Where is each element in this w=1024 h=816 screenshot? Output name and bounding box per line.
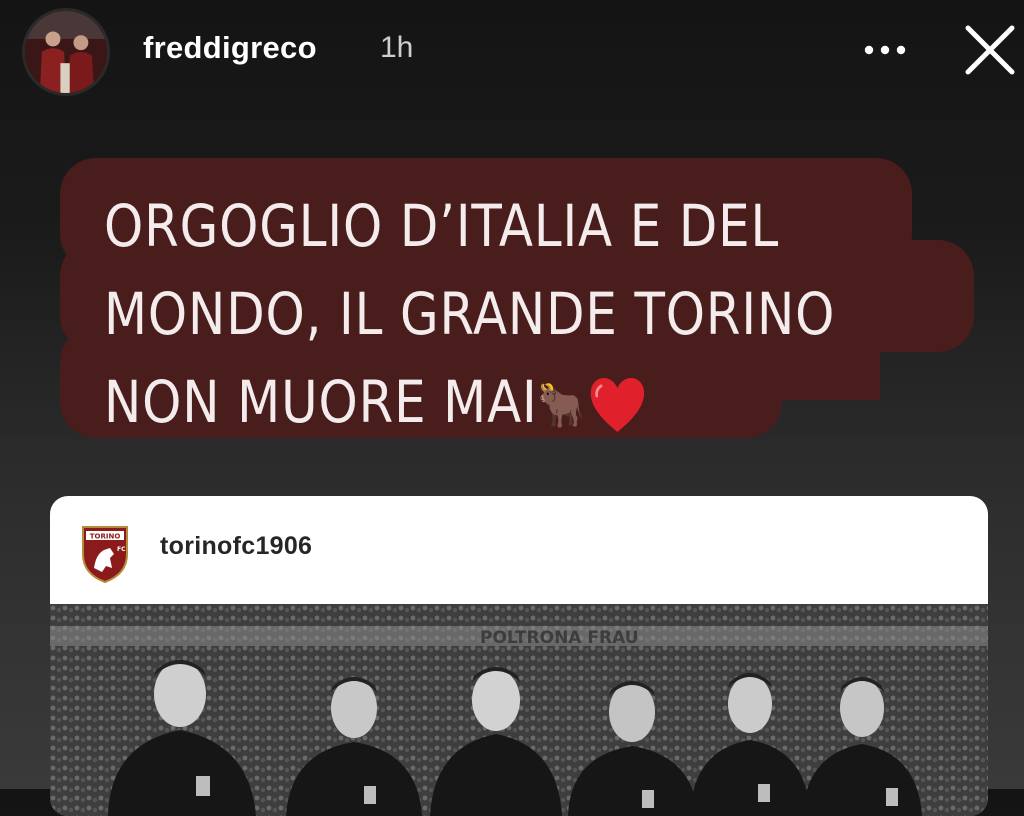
caption-line-3: NON MUORE MAI🐂 — [104, 358, 835, 446]
shared-post-card[interactable]: TORINO FC torinofc1906 POLTRONA FRAU — [50, 496, 988, 816]
caption-line-2: MONDO, IL GRANDE TORINO — [104, 280, 836, 348]
close-icon[interactable] — [960, 20, 1020, 80]
avatar[interactable] — [22, 8, 110, 96]
story-caption[interactable]: ORGOGLIO D’ITALIA E DEL MONDO, IL GRANDE… — [104, 182, 835, 446]
caption-line-3-text: NON MUORE MAI — [104, 368, 538, 436]
caption-line-1: ORGOGLIO D’ITALIA E DEL — [104, 192, 780, 260]
photo-banner-text: POLTRONA FRAU — [480, 628, 639, 648]
more-horizontal-icon[interactable] — [860, 38, 910, 62]
ox-emoji: 🐂 — [537, 379, 586, 431]
story-timestamp: 1h — [380, 31, 414, 64]
story-username[interactable]: freddigreco — [143, 30, 317, 66]
shared-post-username[interactable]: torinofc1906 — [160, 532, 312, 561]
logo-text-fc: FC — [117, 546, 126, 553]
heart-icon — [590, 377, 645, 432]
torino-logo[interactable]: TORINO FC — [80, 524, 130, 584]
logo-text-torino: TORINO — [90, 533, 121, 541]
team-photo[interactable]: POLTRONA FRAU — [50, 604, 988, 816]
